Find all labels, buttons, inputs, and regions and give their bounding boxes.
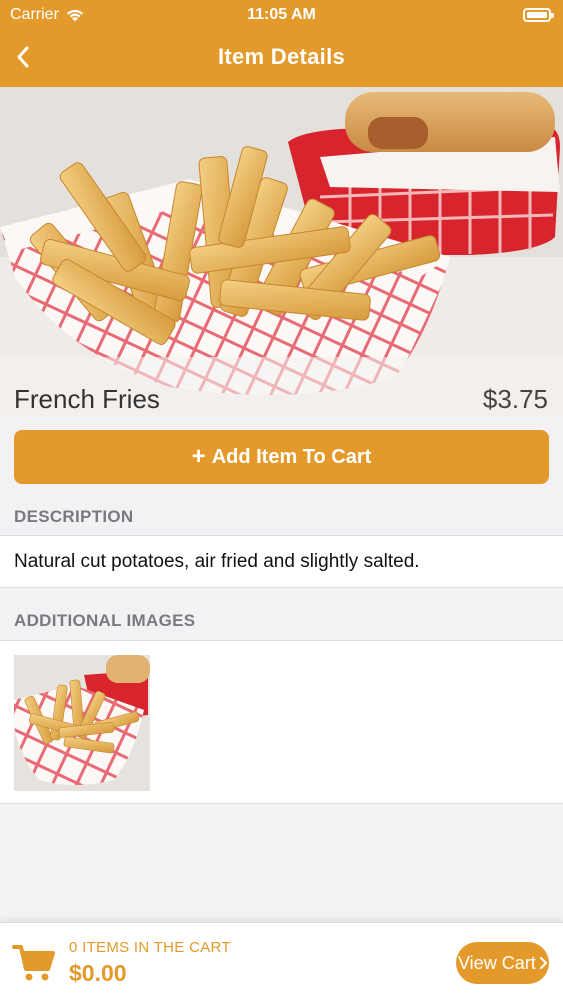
status-bar: Carrier 11:05 AM (0, 0, 563, 30)
battery-icon (523, 8, 554, 22)
item-price: $3.75 (482, 384, 548, 414)
add-to-cart-label: Add Item To Cart (211, 445, 372, 468)
item-name: French Fries (14, 384, 160, 414)
additional-image-thumbnail[interactable] (14, 655, 150, 791)
navigation-bar: Item Details (0, 34, 563, 80)
additional-images-section (0, 640, 563, 804)
cart-footer: 0 ITEMS IN THE CART $0.00 View Cart (0, 922, 563, 1000)
chevron-right-icon (539, 957, 548, 969)
fries-photo (0, 87, 563, 417)
cart-icon[interactable] (12, 943, 56, 983)
status-time: 11:05 AM (247, 6, 316, 23)
plus-icon: + (191, 443, 206, 470)
additional-images-heading: ADDITIONAL IMAGES (14, 611, 196, 630)
cart-item-count: 0 ITEMS IN THE CART (69, 939, 231, 956)
fries-thumbnail-photo (14, 655, 150, 791)
page-title: Item Details (217, 44, 346, 69)
cart-total: $0.00 (69, 960, 127, 986)
add-to-cart-button[interactable]: + Add Item To Cart (14, 430, 549, 484)
header: Carrier 11:05 AM Item Details (0, 0, 563, 87)
view-cart-button[interactable]: View Cart (456, 942, 549, 984)
description-text: Natural cut potatoes, air fried and slig… (14, 551, 420, 572)
item-image (0, 87, 563, 417)
description-heading: DESCRIPTION (14, 507, 134, 526)
view-cart-label: View Cart (458, 952, 536, 973)
description-section: Natural cut potatoes, air fried and slig… (0, 535, 563, 588)
